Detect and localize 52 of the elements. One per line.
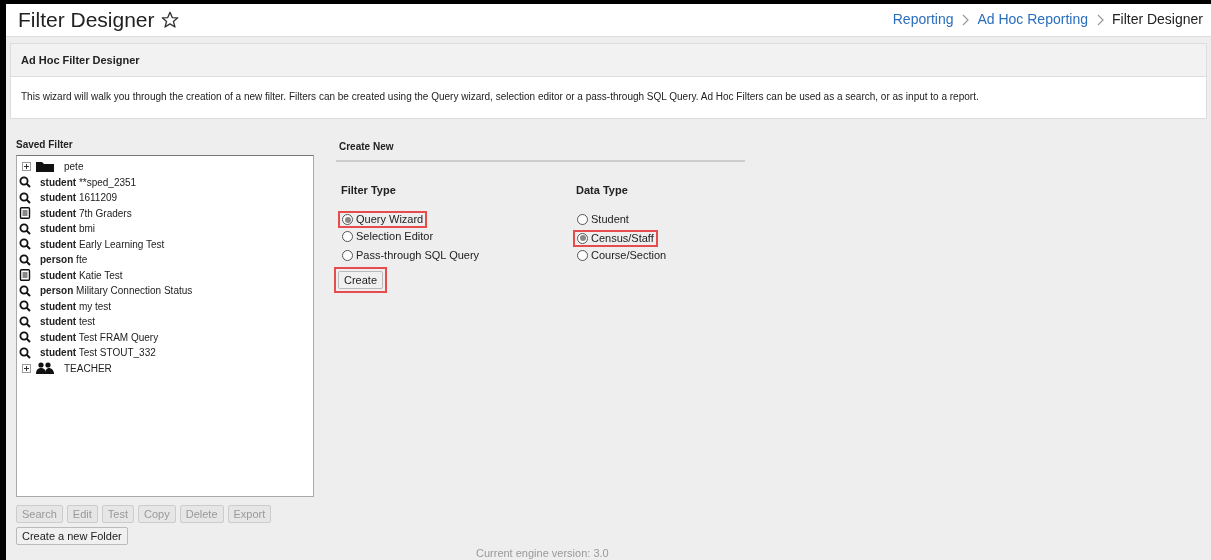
filter-item[interactable]: TEACHER (19, 360, 311, 376)
filter-type-heading: Filter Type (341, 183, 397, 198)
star-icon[interactable] (160, 10, 179, 29)
filter-item[interactable]: student Test FRAM Query (19, 329, 311, 345)
search-icon (19, 253, 31, 266)
create-button[interactable]: Create (338, 271, 384, 289)
filter-item[interactable]: student Early Learning Test (19, 236, 311, 252)
panel-description: This wizard will walk you through the creation of a new filter. Filters can be created using the Query wizard, selection editor or a pass-through SQL Query. Ad Hoc Filters can be used as a search, or as input to a report. (20, 90, 980, 104)
saved-filter-label: Saved Filter (16, 138, 74, 152)
search-icon (19, 346, 31, 359)
search-icon (19, 315, 31, 328)
radio-option[interactable]: Census/Staff (573, 229, 658, 247)
search-icon (19, 284, 31, 297)
filter-item[interactable]: student **sped_2351 (19, 174, 311, 190)
radio-option[interactable]: Query Wizard (338, 211, 428, 228)
page-title: Filter Designer (18, 7, 155, 33)
breadcrumb-link[interactable]: Ad Hoc Reporting (977, 9, 1088, 31)
filter-item[interactable]: student Katie Test (19, 267, 311, 283)
filter-item[interactable]: student test (19, 314, 311, 330)
filter-item[interactable]: student Test STOUT_332 (19, 345, 311, 361)
expand-icon[interactable] (22, 162, 31, 172)
people-icon (35, 362, 55, 375)
search-icon (19, 331, 31, 344)
expand-icon[interactable] (22, 363, 31, 373)
filter-item[interactable]: person Military Connection Status (19, 283, 311, 299)
panel-title: Ad Hoc Filter Designer (11, 43, 1206, 77)
search-icon (19, 191, 31, 204)
create-folder-button[interactable]: Create a new Folder (16, 527, 128, 545)
radio-option[interactable]: Course/Section (573, 246, 671, 264)
filter-item[interactable]: student my test (19, 298, 311, 314)
create-new-heading: Create New (336, 137, 745, 162)
filter-item[interactable]: person fte (19, 252, 311, 268)
engine-version-text: Current engine version: 3.0 (476, 546, 610, 560)
radio-option[interactable]: Pass-through SQL Query (338, 246, 484, 264)
search-icon (19, 300, 31, 313)
breadcrumb-link[interactable]: Reporting (892, 9, 954, 31)
filter-item[interactable]: student 7th Graders (19, 205, 311, 221)
folder-icon (35, 160, 55, 173)
search-icon (19, 238, 31, 251)
filter-item[interactable]: student bmi (19, 221, 311, 237)
search-icon (19, 222, 31, 235)
chevron-icon (961, 13, 970, 26)
radio-option[interactable]: Selection Editor (338, 228, 438, 245)
data-type-heading: Data Type (576, 183, 629, 198)
search-icon (19, 176, 31, 189)
filter-item[interactable]: pete (19, 159, 311, 175)
breadcrumb-current: Filter Designer (1111, 10, 1203, 30)
chevron-icon (1095, 13, 1104, 26)
document-icon (19, 269, 31, 282)
filter-item[interactable]: student 1611209 (19, 190, 311, 206)
document-icon (19, 207, 31, 220)
radio-option[interactable]: Student (573, 210, 633, 228)
